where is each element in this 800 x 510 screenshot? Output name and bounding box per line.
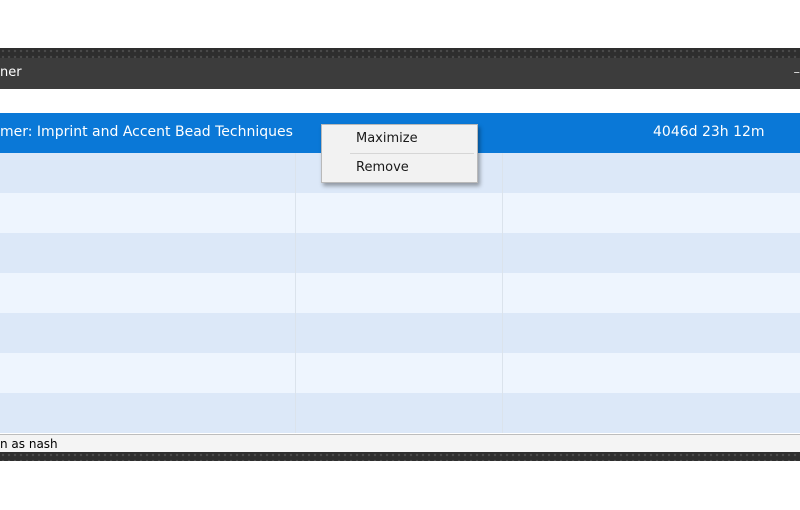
column-divider (295, 313, 296, 353)
column-divider (295, 273, 296, 313)
column-divider (502, 393, 503, 433)
window-top-border (0, 48, 800, 58)
item-time-remaining: 4046d 23h 12m (653, 124, 765, 140)
column-divider (502, 153, 503, 193)
column-divider (502, 273, 503, 313)
list-item[interactable] (0, 233, 800, 273)
window-bottom-border (0, 452, 800, 461)
column-divider (295, 193, 296, 233)
list-item[interactable] (0, 353, 800, 393)
screen: ner – mer: Imprint and Accent Bead Techn… (0, 0, 800, 510)
menu-item-remove[interactable]: Remove (322, 154, 477, 182)
list-item[interactable] (0, 313, 800, 353)
status-bar: n as nash (0, 434, 800, 453)
item-name: mer: Imprint and Accent Bead Techniques (0, 124, 293, 140)
column-divider (502, 313, 503, 353)
menu-item-label: Remove (356, 160, 409, 175)
menu-item-maximize[interactable]: Maximize (322, 125, 477, 153)
context-menu[interactable]: Maximize Remove (321, 124, 478, 183)
list-header-gap (0, 89, 800, 114)
column-divider (295, 353, 296, 393)
list-item[interactable] (0, 393, 800, 433)
minimize-button[interactable]: – (794, 65, 800, 80)
window-title: ner (0, 65, 22, 80)
column-divider (295, 393, 296, 433)
column-divider (502, 193, 503, 233)
column-divider (502, 233, 503, 273)
list-item[interactable] (0, 273, 800, 313)
status-text: n as nash (0, 437, 58, 451)
column-divider (502, 353, 503, 393)
column-divider (295, 233, 296, 273)
menu-item-label: Maximize (356, 131, 418, 146)
window-titlebar[interactable]: ner – (0, 58, 800, 89)
list-item[interactable] (0, 193, 800, 233)
column-divider (295, 153, 296, 193)
